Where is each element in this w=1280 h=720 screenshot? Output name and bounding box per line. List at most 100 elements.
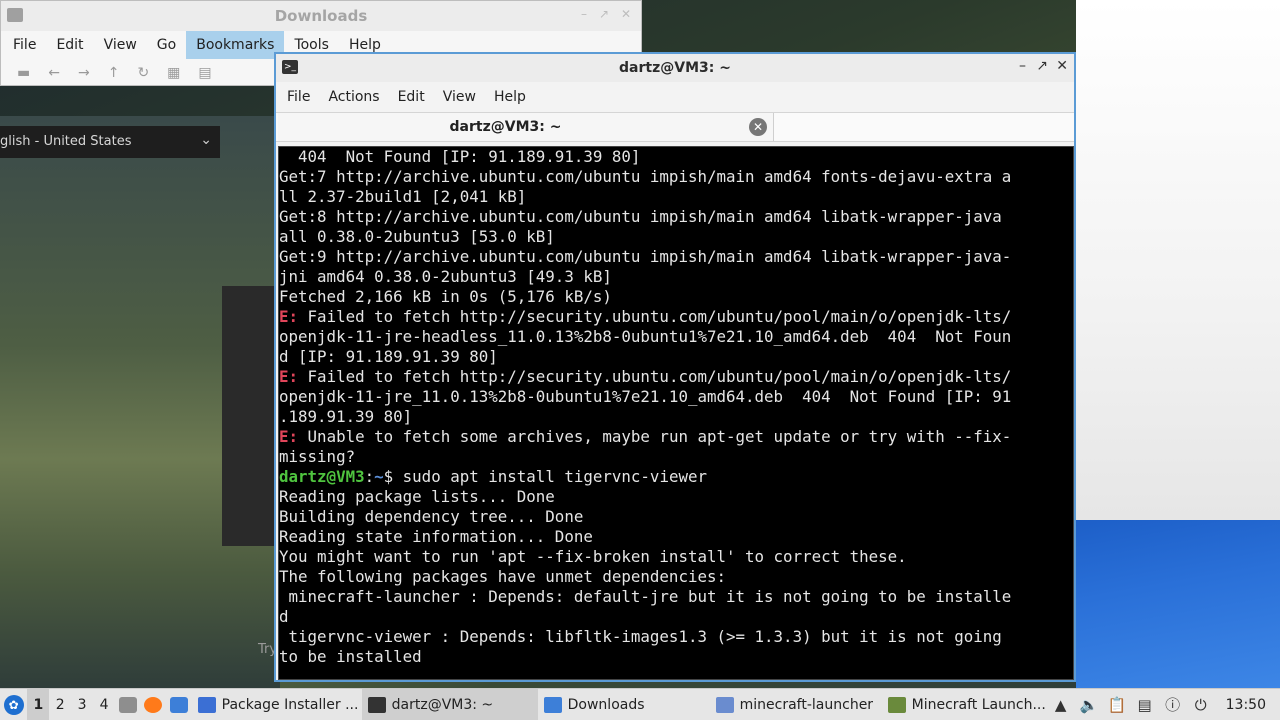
tray-up-arrow-icon[interactable]: ▲ [1052,696,1070,714]
terminal-text: 404 Not Found [IP: 91.189.91.39 80] Get:7… [279,147,1073,667]
folder-icon [543,696,562,713]
taskbar-task-label: Downloads [567,696,645,713]
package-installer-icon [197,696,216,713]
taskbar-task[interactable]: Package Installer ... [192,689,362,720]
minimize-icon[interactable]: – [1019,58,1026,74]
terminal-title: dartz@VM3: ~ [619,60,731,76]
terminal-line: Building dependency tree... Done [279,507,584,526]
workspace-3[interactable]: 3 [71,689,93,720]
terminal-tab[interactable]: dartz@VM3: ~ ✕ [278,113,774,141]
minecraft-icon [887,696,906,713]
up-icon[interactable]: ↑ [108,65,120,81]
error-prefix: E: [279,367,299,386]
update-notifier-icon[interactable]: ⓘ [1164,696,1182,714]
terminal-line: E: Failed to fetch http://security.ubunt… [279,307,1012,326]
terminal-line: missing? [279,447,356,466]
terminal-line: dartz@VM3:~$ sudo apt install tigervnc-v… [279,467,707,486]
taskbar-task-label: Minecraft Launch... [911,696,1046,713]
minimize-icon[interactable]: – [581,7,587,21]
menu-go[interactable]: Go [147,31,186,59]
menu-view[interactable]: View [94,31,147,59]
task-list: Package Installer ... dartz@VM3: ~ Downloa… [192,688,1052,720]
menu-view[interactable]: View [434,84,485,110]
terminal-menubar: File Actions Edit View Help [276,82,1074,112]
terminal-line: Reading package lists... Done [279,487,555,506]
taskbar-task[interactable]: dartz@VM3: ~ [361,688,538,720]
desktop-light-area [1076,0,1280,520]
maximize-icon[interactable]: ↗ [1036,58,1048,74]
show-desktop-launcher[interactable] [115,689,141,720]
network-icon[interactable]: ▤ [1136,696,1154,714]
prompt-path: ~ [374,467,384,486]
list-view-icon[interactable]: ▤ [198,65,211,81]
terminal-line: ll 2.37-2build1 [2,041 kB] [279,187,527,206]
terminal-line: .189.91.39 80] [279,407,413,426]
terminal-line: openjdk-11-jre_11.0.13%2b8-0ubuntu1%7e21… [279,387,1012,406]
firefox-launcher[interactable] [141,689,167,720]
menu-edit[interactable]: Edit [46,31,93,59]
clipboard-icon[interactable]: 📋 [1108,696,1127,714]
taskbar-task[interactable]: Minecraft Launch... [882,689,1052,720]
menu-help[interactable]: Help [485,84,535,110]
terminal-line: The following packages have unmet depend… [279,567,726,586]
terminal-line: Get:7 http://archive.ubuntu.com/ubuntu i… [279,167,1012,186]
workspace-4[interactable]: 4 [93,689,115,720]
volume-icon[interactable]: 🔈 [1080,696,1099,714]
start-menu-button[interactable]: ✿ [0,689,27,720]
taskbar-task-label: minecraft-launcher [739,696,874,713]
terminal-line: jni amd64 0.38.0-2ubuntu3 [49.3 kB] [279,267,612,286]
terminal-line: Get:9 http://archive.ubuntu.com/ubuntu i… [279,247,1012,266]
terminal-line: d [IP: 91.189.91.39 80] [279,347,498,366]
chevron-down-icon: ⌄ [200,132,212,148]
downloads-titlebar[interactable]: Downloads – ↗ ✕ [1,1,641,31]
firefox-icon [144,696,163,713]
forward-icon[interactable]: → [78,65,90,81]
terminal-line: Fetched 2,166 kB in 0s (5,176 kB/s) [279,287,612,306]
terminal-line: openjdk-11-jre-headless_11.0.13%2b8-0ubu… [279,327,1012,346]
new-tab-icon[interactable]: ▬ [17,65,30,81]
terminal-line: You might want to run 'apt --fix-broken … [279,547,907,566]
terminal-line: Get:8 http://archive.ubuntu.com/ubuntu i… [279,207,1002,226]
language-select-value: glish - United States [0,134,132,149]
terminal-tab-label: dartz@VM3: ~ [449,119,562,135]
icon-view-icon[interactable]: ▦ [167,65,180,81]
menu-actions[interactable]: Actions [319,84,388,110]
folder-icon [169,696,188,713]
taskbar-task-label: Package Installer ... [221,696,359,713]
system-tray: ▲ 🔈 📋 ▤ ⓘ ⏻ 13:50 [1052,696,1280,714]
terminal-titlebar[interactable]: >_ dartz@VM3: ~ – ↗ ✕ [276,54,1074,82]
terminal-tabbar: dartz@VM3: ~ ✕ [276,112,1074,142]
taskbar-task[interactable]: minecraft-launcher [710,689,882,720]
menu-bookmarks[interactable]: Bookmarks [186,31,285,59]
workspace-1[interactable]: 1 [27,688,50,720]
workspace-2[interactable]: 2 [49,689,71,720]
terminal-line: 404 Not Found [IP: 91.189.91.39 80] [279,147,641,166]
back-icon[interactable]: ← [48,65,60,81]
menu-file[interactable]: File [3,31,46,59]
terminal-line: to be installed [279,647,422,666]
prompt-user: dartz@VM3 [279,467,365,486]
downloads-title: Downloads [274,7,368,25]
terminal-line: minecraft-launcher : Depends: default-jr… [279,587,1012,606]
terminal-line: E: Unable to fetch some archives, maybe … [279,427,1012,446]
close-icon[interactable]: ✕ [1056,58,1068,74]
menu-file[interactable]: File [278,84,319,110]
close-icon[interactable]: ✕ [621,7,631,21]
reload-icon[interactable]: ↻ [137,65,149,81]
maximize-icon[interactable]: ↗ [599,7,609,21]
file-manager-launcher[interactable] [166,689,192,720]
terminal-window: >_ dartz@VM3: ~ – ↗ ✕ File Actions Edit … [274,52,1076,682]
error-prefix: E: [279,427,299,446]
menu-edit[interactable]: Edit [389,84,434,110]
error-prefix: E: [279,307,299,326]
taskbar-task[interactable]: Downloads [538,689,710,720]
taskbar: ✿ 1 2 3 4 Package Installer ... dartz@VM3… [0,688,1280,720]
tab-close-icon[interactable]: ✕ [749,118,767,136]
terminal-line: d [279,607,289,626]
power-icon[interactable]: ⏻ [1192,696,1210,714]
terminal-icon [367,696,386,713]
clock[interactable]: 13:50 [1220,697,1266,713]
minecraft-dark-panel [222,286,278,546]
terminal-output[interactable]: 404 Not Found [IP: 91.189.91.39 80] Get:7… [278,146,1074,680]
language-select[interactable]: glish - United States ⌄ [0,126,220,158]
